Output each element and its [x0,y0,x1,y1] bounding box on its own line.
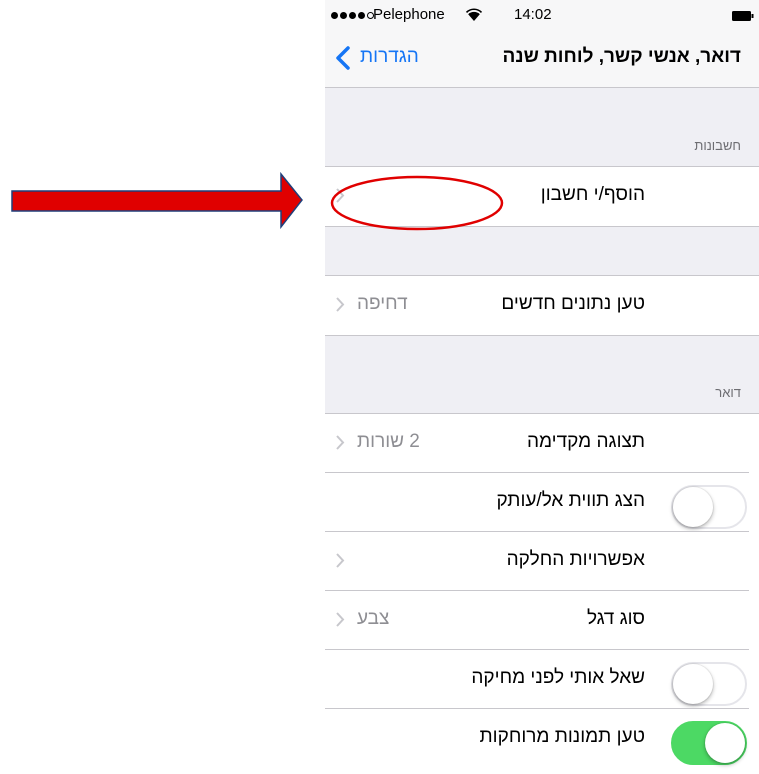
wifi-icon [466,8,482,21]
preview-value: 2 שורות [357,431,420,452]
chevron-right-icon [336,435,345,450]
ask-before-deleting-label: שאל אותי לפני מחיקה [471,667,645,688]
flag-style-row[interactable]: סוג דגל צבע [325,591,759,650]
fetch-new-data-value: דחיפה [357,293,408,314]
signal-strength-icon [331,12,374,19]
back-chevron-icon[interactable] [335,45,351,71]
page-title: דואר, אנשי קשר, לוחות שנה [502,46,741,67]
phone-screen: Pelephone 14:02 הגדרות דואר, אנשי קשר, ל… [325,0,759,774]
mail-group: תצוגה מקדימה 2 שורות הצג תווית אל/עותק א… [325,413,759,774]
navigation-bar: הגדרות דואר, אנשי קשר, לוחות שנה [325,32,759,88]
fetch-new-data-row[interactable]: טען נתונים חדשים דחיפה [325,276,759,335]
accounts-group: הוסף/י חשבון [325,166,759,227]
show-to-cc-row: הצג תווית אל/עותק [325,473,759,532]
status-bar: Pelephone 14:02 [325,0,759,32]
add-account-row[interactable]: הוסף/י חשבון [325,167,759,226]
back-button[interactable]: הגדרות [360,46,419,68]
section-header-mail: דואר [715,385,741,400]
chevron-right-icon [336,188,345,203]
swipe-options-label: אפשרויות החלקה [506,549,645,570]
section-header-accounts: חשבונות [694,138,741,153]
preview-row[interactable]: תצוגה מקדימה 2 שורות [325,414,759,473]
add-account-label: הוסף/י חשבון [540,184,645,205]
flag-style-label: סוג דגל [586,608,645,629]
swipe-options-row[interactable]: אפשרויות החלקה [325,532,759,591]
chevron-right-icon [336,297,345,312]
ask-before-deleting-row: שאל אותי לפני מחיקה [325,650,759,709]
status-time: 14:02 [514,6,552,23]
flag-style-value: צבע [357,608,390,629]
chevron-right-icon [336,612,345,627]
load-remote-images-row: טען תמונות מרוחקות [325,709,759,768]
show-to-cc-toggle[interactable] [671,485,747,529]
show-to-cc-label: הצג תווית אל/עותק [496,490,645,511]
ask-before-deleting-toggle[interactable] [671,662,747,706]
preview-label: תצוגה מקדימה [526,431,645,452]
load-remote-images-toggle[interactable] [671,721,747,765]
battery-icon [732,11,754,21]
fetch-new-data-label: טען נתונים חדשים [501,293,645,314]
carrier-name: Pelephone [373,6,445,23]
load-remote-images-label: טען תמונות מרוחקות [479,726,645,747]
fetch-group: טען נתונים חדשים דחיפה [325,275,759,336]
chevron-right-icon [336,553,345,568]
